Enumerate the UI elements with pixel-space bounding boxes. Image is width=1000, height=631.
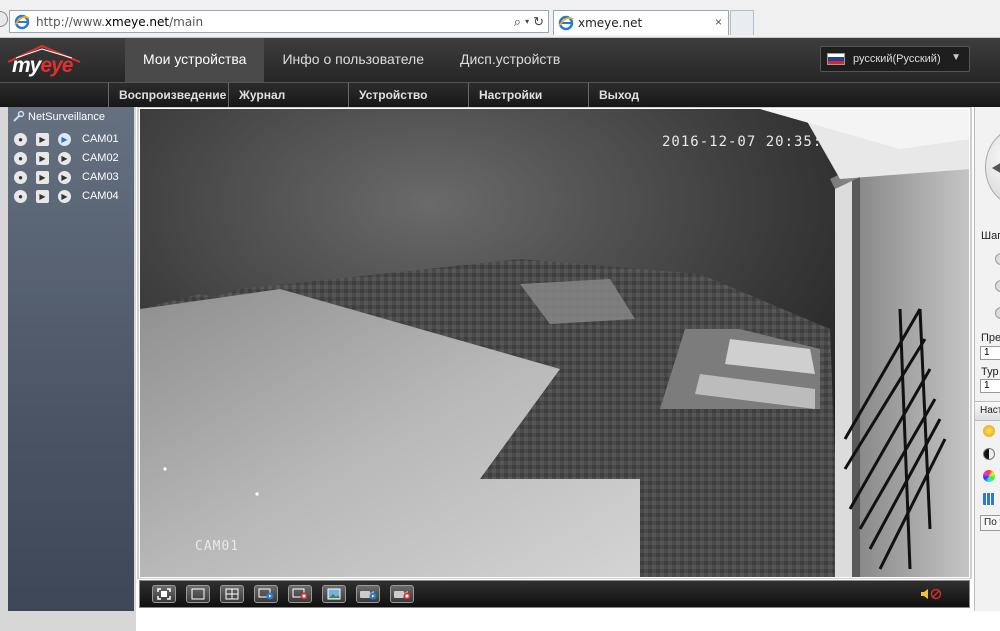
camera-label: CAM04 — [82, 190, 119, 202]
address-bar[interactable]: http://www.xmeye.net/main ⌕ ▾ ↻ — [9, 10, 549, 33]
menu-log[interactable]: Журнал — [228, 83, 348, 107]
play-circle-icon[interactable]: ▶ — [58, 132, 71, 146]
camera-row[interactable]: ● ▶ ▶ CAM04 — [14, 188, 119, 204]
stop-all-button[interactable] — [288, 585, 312, 603]
dropdown-icon[interactable]: ▾ — [525, 14, 529, 30]
ie-icon — [14, 14, 30, 30]
ie-tab-icon — [558, 15, 574, 31]
logo-suffix: eye — [40, 54, 73, 77]
menu-settings[interactable]: Настройки — [468, 83, 588, 107]
hue-icon[interactable] — [983, 493, 995, 505]
record-icon[interactable]: ● — [14, 151, 27, 165]
play-circle-icon[interactable]: ▶ — [58, 170, 71, 184]
contrast-icon[interactable] — [983, 448, 995, 460]
russia-flag-icon — [827, 53, 845, 65]
video-timestamp: 2016-12-07 20:35:34 — [662, 134, 842, 150]
search-icon[interactable]: ⌕ — [514, 14, 521, 30]
play-circle-icon[interactable]: ▶ — [58, 151, 71, 165]
ptz-panel: Шаг Пре 1 Тур 1 Наст По у — [974, 107, 1000, 611]
record-icon[interactable]: ● — [14, 170, 27, 184]
language-label: русский(Русский) — [853, 53, 941, 65]
tab-title: xmeye.net — [578, 16, 643, 30]
zoom-button[interactable] — [995, 253, 1000, 265]
browser-tab[interactable]: xmeye.net × — [553, 10, 729, 35]
camera-label: CAM01 — [82, 133, 119, 145]
camera-row[interactable]: ● ▶ ▶ CAM01 — [14, 131, 119, 147]
ptz-direction-dial[interactable] — [985, 127, 1000, 207]
focus-button[interactable] — [995, 280, 1000, 292]
tour-label: Тур — [981, 366, 999, 378]
tree-root-label: NetSurveillance — [28, 110, 106, 123]
iris-button[interactable] — [995, 307, 1000, 319]
back-button[interactable] — [0, 11, 8, 27]
logo-text: myeye — [12, 54, 73, 78]
video-camera-label: CAM01 — [195, 539, 240, 554]
refresh-icon[interactable]: ↻ — [533, 14, 544, 30]
camera-label: CAM02 — [82, 152, 119, 164]
url-text: http://www.xmeye.net/main — [36, 14, 204, 29]
play-icon[interactable]: ▶ — [36, 170, 49, 184]
night-scene-image — [140, 109, 969, 577]
browser-toolbar: http://www.xmeye.net/main ⌕ ▾ ↻ xmeye.ne… — [0, 0, 1000, 38]
quad-view-button[interactable] — [220, 585, 244, 603]
nav-my-devices[interactable]: Мои устройства — [125, 38, 265, 82]
camera-row[interactable]: ● ▶ ▶ CAM02 — [14, 150, 119, 166]
mute-icon[interactable] — [919, 587, 945, 601]
app-header: myeye Мои устройства Инфо о пользователе… — [0, 38, 1000, 82]
menu-logout[interactable]: Выход — [588, 83, 708, 107]
step-label: Шаг — [981, 230, 1000, 242]
nav-device-manager[interactable]: Дисп.устройств — [442, 38, 578, 82]
record-icon[interactable]: ● — [14, 132, 27, 146]
video-toolbar — [139, 580, 970, 608]
tree-root[interactable]: NetSurveillance — [12, 110, 105, 123]
chevron-down-icon: ▼ — [951, 52, 961, 63]
logo: myeye — [2, 40, 102, 80]
logo-prefix: my — [12, 54, 41, 77]
language-select[interactable]: русский(Русский) ▼ — [820, 46, 970, 72]
play-icon[interactable]: ▶ — [36, 189, 49, 203]
play-icon[interactable]: ▶ — [36, 132, 49, 146]
brightness-icon[interactable] — [983, 425, 995, 437]
preset-label: Пре — [981, 332, 1000, 344]
menu-playback[interactable]: Воспроизведение — [108, 83, 228, 107]
play-circle-icon[interactable]: ▶ — [58, 189, 71, 203]
record-start-button[interactable] — [356, 585, 380, 603]
fullscreen-button[interactable] — [152, 585, 176, 603]
close-tab-icon[interactable]: × — [715, 15, 722, 29]
record-stop-button[interactable] — [390, 585, 414, 603]
sub-menu: Воспроизведение Журнал Устройство Настро… — [0, 82, 1000, 107]
top-nav: Мои устройства Инфо о пользователе Дисп.… — [125, 38, 578, 82]
default-button[interactable]: По у — [980, 515, 1000, 531]
snapshot-button[interactable] — [322, 585, 346, 603]
device-tree-panel: NetSurveillance ● ▶ ▶ CAM01 ● ▶ ▶ CAM02 … — [8, 107, 134, 611]
video-feed[interactable]: 2016-12-07 20:35:34 CAM01 — [139, 108, 970, 578]
new-tab-button[interactable] — [730, 10, 754, 35]
start-all-button[interactable] — [254, 585, 278, 603]
nav-user-info[interactable]: Инфо о пользователе — [264, 38, 442, 82]
preset-input[interactable]: 1 — [980, 346, 1000, 360]
saturation-icon[interactable] — [983, 470, 995, 482]
settings-header[interactable]: Наст — [975, 401, 1000, 421]
menu-device[interactable]: Устройство — [348, 83, 468, 107]
tour-input[interactable]: 1 — [980, 379, 1000, 393]
single-view-button[interactable] — [186, 585, 210, 603]
record-icon[interactable]: ● — [14, 189, 27, 203]
camera-row[interactable]: ● ▶ ▶ CAM03 — [14, 169, 119, 185]
camera-label: CAM03 — [82, 171, 119, 183]
play-icon[interactable]: ▶ — [36, 151, 49, 165]
wrench-icon — [12, 110, 25, 123]
